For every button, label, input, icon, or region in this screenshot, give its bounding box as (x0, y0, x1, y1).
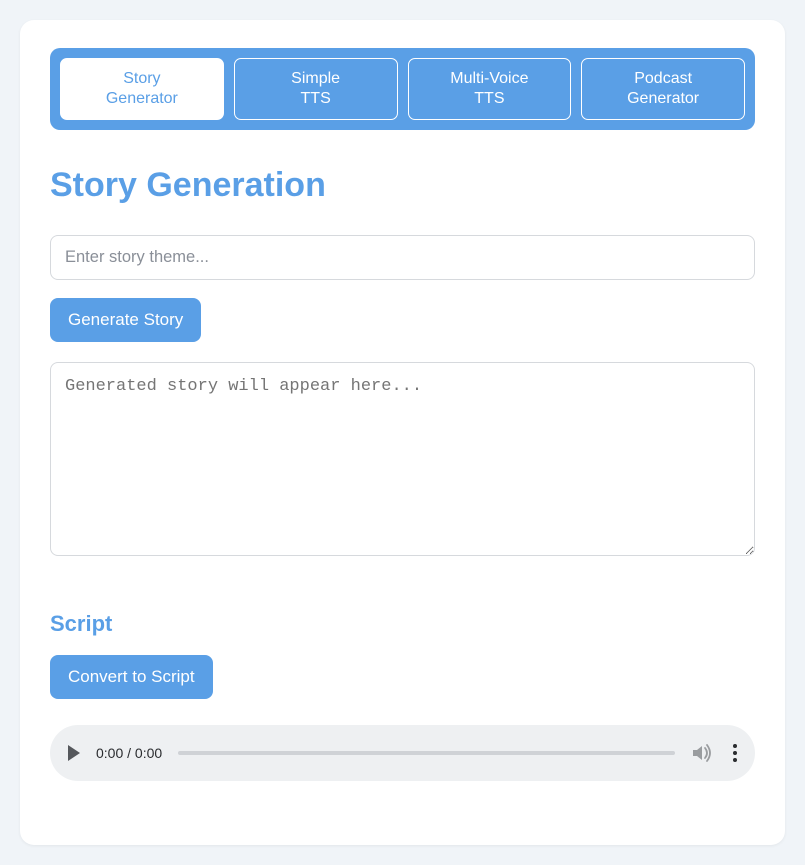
tab-bar: Story Generator Simple TTS Multi-Voice T… (50, 48, 755, 130)
page-title: Story Generation (50, 166, 755, 205)
tab-podcast-generator[interactable]: Podcast Generator (581, 58, 745, 120)
main-card: Story Generator Simple TTS Multi-Voice T… (20, 20, 785, 845)
audio-player[interactable]: 0:00 / 0:00 (50, 725, 755, 781)
audio-time: 0:00 / 0:00 (96, 745, 162, 761)
story-theme-input[interactable] (50, 235, 755, 280)
volume-icon[interactable] (691, 743, 713, 763)
generate-story-button[interactable]: Generate Story (50, 298, 201, 342)
tab-multi-voice-tts[interactable]: Multi-Voice TTS (408, 58, 572, 120)
tab-story-generator[interactable]: Story Generator (60, 58, 224, 120)
audio-menu-icon[interactable] (729, 740, 741, 766)
play-icon[interactable] (68, 745, 80, 761)
convert-to-script-button[interactable]: Convert to Script (50, 655, 213, 699)
audio-progress-track[interactable] (178, 751, 675, 755)
generated-story-output[interactable] (50, 362, 755, 556)
tab-simple-tts[interactable]: Simple TTS (234, 58, 398, 120)
script-section-title: Script (50, 611, 755, 637)
